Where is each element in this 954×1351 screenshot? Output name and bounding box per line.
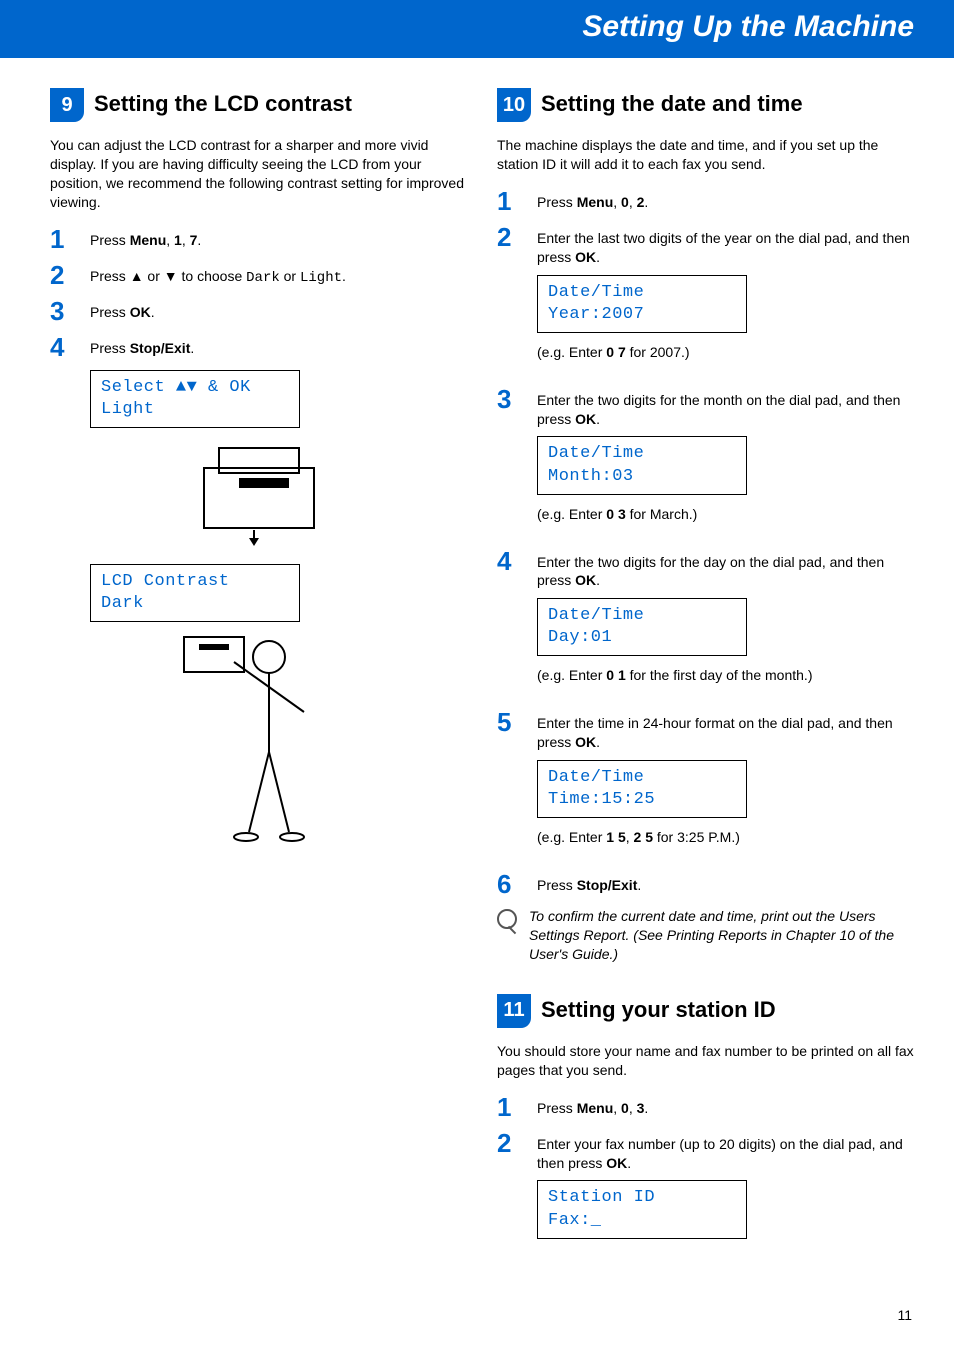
section-intro: The machine displays the date and time, … [497, 136, 914, 174]
step-text: Press Menu, 1, 7. [90, 226, 467, 250]
example-text: (e.g. Enter 0 7 for 2007.) [537, 343, 914, 362]
step-number: 5 [497, 709, 523, 735]
step-text: Enter your fax number (up to 20 digits) … [537, 1130, 914, 1249]
step-text: Enter the time in 24-hour format on the … [537, 709, 914, 861]
step-text: Press Menu, 0, 3. [537, 1094, 914, 1118]
section-title: Setting your station ID [541, 994, 776, 1023]
step-number: 1 [497, 188, 523, 214]
step-number: 4 [50, 334, 76, 360]
step-text: Enter the two digits for the day on the … [537, 548, 914, 700]
section-title: Setting the LCD contrast [94, 88, 352, 117]
section-intro: You should store your name and fax numbe… [497, 1042, 914, 1080]
section-number: 10 [497, 88, 531, 122]
step-text: Press or to choose Dark or Light. [90, 262, 467, 288]
lcd-display: Date/Time Time:15:25 [537, 760, 747, 818]
section-title: Setting the date and time [541, 88, 803, 117]
step-2: 2 Press or to choose Dark or Light. [50, 262, 467, 288]
step-number: 2 [50, 262, 76, 288]
note: To confirm the current date and time, pr… [497, 907, 914, 964]
step-text: Enter the two digits for the month on th… [537, 386, 914, 538]
example-text: (e.g. Enter 0 3 for March.) [537, 505, 914, 524]
step-number: 1 [497, 1094, 523, 1120]
step-3: 3 Enter the two digits for the month on … [497, 386, 914, 538]
step-2: 2 Enter your fax number (up to 20 digits… [497, 1130, 914, 1249]
step-text: Press Stop/Exit. [90, 334, 467, 358]
section-11: 11 Setting your station ID You should st… [497, 994, 914, 1249]
step-text: Press OK. [90, 298, 467, 322]
step-1: 1 Press Menu, 0, 2. [497, 188, 914, 214]
lcd-display: Date/Time Year:2007 [537, 275, 747, 333]
step-number: 3 [497, 386, 523, 412]
step-3: 3 Press OK. [50, 298, 467, 324]
step-text: Enter the last two digits of the year on… [537, 224, 914, 376]
step-5: 5 Enter the time in 24-hour format on th… [497, 709, 914, 861]
page-header: Setting Up the Machine [0, 0, 954, 58]
section-number: 9 [50, 88, 84, 122]
step-number: 4 [497, 548, 523, 574]
step-number: 6 [497, 871, 523, 897]
lcd-display: LCD Contrast Dark [90, 564, 300, 622]
arrow-down-icon [164, 268, 178, 284]
note-text: To confirm the current date and time, pr… [529, 907, 914, 964]
step-4: 4 Enter the two digits for the day on th… [497, 548, 914, 700]
magnifier-icon [497, 909, 517, 929]
step-text: Press Menu, 0, 2. [537, 188, 914, 212]
step-1: 1 Press Menu, 1, 7. [50, 226, 467, 252]
left-column: 9 Setting the LCD contrast You can adjus… [50, 88, 467, 1279]
arrow-up-icon [130, 268, 144, 284]
step-number: 1 [50, 226, 76, 252]
example-text: (e.g. Enter 1 5, 2 5 for 3:25 P.M.) [537, 828, 914, 847]
lcd-display: Station ID Fax:_ [537, 1180, 747, 1238]
lcd-display: Date/Time Month:03 [537, 436, 747, 494]
right-column: 10 Setting the date and time The machine… [497, 88, 914, 1279]
lcd-display: Select ▲▼ & OK Light [90, 370, 300, 428]
step-number: 2 [497, 1130, 523, 1156]
section-number: 11 [497, 994, 531, 1028]
step-number: 3 [50, 298, 76, 324]
page-number: 11 [897, 1307, 912, 1323]
section-9: 9 Setting the LCD contrast You can adjus… [50, 88, 467, 862]
section-intro: You can adjust the LCD contrast for a sh… [50, 136, 467, 212]
lcd-display: Date/Time Day:01 [537, 598, 747, 656]
step-text: Press Stop/Exit. [537, 871, 914, 895]
example-text: (e.g. Enter 0 1 for the first day of the… [537, 666, 914, 685]
step-1: 1 Press Menu, 0, 3. [497, 1094, 914, 1120]
printer-figure [184, 438, 334, 548]
step-number: 2 [497, 224, 523, 250]
section-10: 10 Setting the date and time The machine… [497, 88, 914, 964]
step-6: 6 Press Stop/Exit. [497, 871, 914, 897]
person-figure [174, 632, 344, 862]
step-4: 4 Press Stop/Exit. [50, 334, 467, 360]
step-2: 2 Enter the last two digits of the year … [497, 224, 914, 376]
